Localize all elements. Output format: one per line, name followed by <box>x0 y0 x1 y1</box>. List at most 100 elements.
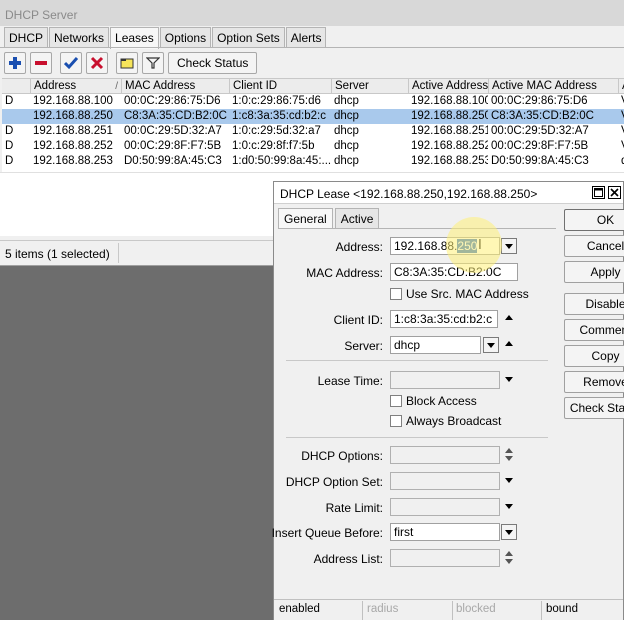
row-active-mac: D0:50:99:8A:45:C3 <box>491 155 589 167</box>
tab-networks[interactable]: Networks <box>49 27 110 48</box>
column-header-server[interactable]: Server <box>331 79 408 93</box>
dhcp-options-label: DHCP Options: <box>301 449 383 463</box>
close-button[interactable] <box>608 186 621 199</box>
column-header-flags[interactable] <box>2 79 30 93</box>
dhcp-options-input[interactable] <box>390 446 500 464</box>
column-header-active-mac[interactable]: Active MAC Address <box>488 79 618 93</box>
address-list-updown[interactable] <box>505 550 515 566</box>
lease-time-expand-button[interactable] <box>505 377 513 382</box>
row-server: dhcp <box>334 125 359 137</box>
row-address: 192.168.88.100 <box>33 95 113 107</box>
add-button[interactable] <box>4 52 26 74</box>
column-header-client-id[interactable]: Client ID <box>229 79 331 93</box>
server-collapse-button[interactable] <box>505 341 513 346</box>
row-client-id: 1:0:c:29:86:75:d6 <box>232 95 321 107</box>
check-status-button[interactable]: Check Status <box>168 52 258 74</box>
row-flag: D <box>5 125 14 137</box>
dialog-status-bar: enabled radius blocked bound <box>274 599 623 620</box>
cancel-button[interactable]: Cancel <box>564 235 624 257</box>
comment-button[interactable] <box>116 52 138 74</box>
row-client-id: 1:0:c:29:8f:f7:5b <box>232 140 315 152</box>
use-src-mac-label: Use Src. MAC Address <box>406 287 529 301</box>
column-header-mac[interactable]: MAC Address <box>121 79 229 93</box>
row-active-address: 192.168.88.252 <box>411 140 488 152</box>
column-header-active-address[interactable]: Active Address <box>408 79 488 93</box>
chevron-up-icon <box>505 315 513 320</box>
server-dropdown-button[interactable] <box>483 337 499 353</box>
copy-button[interactable]: Copy <box>564 345 624 367</box>
general-tab-panel: Address: 192.168.88.250I MAC Address: C8… <box>272 228 556 598</box>
row-active-address: 192.168.88.251 <box>411 125 488 137</box>
separator <box>286 437 548 438</box>
table-row-selected[interactable]: 192.168.88.250 C8:3A:35:CD:B2:0C 1:c8:3a… <box>2 109 624 124</box>
tab-bar: DHCP Networks Leases Options Option Sets… <box>4 27 327 49</box>
row-server: dhcp <box>334 155 359 167</box>
close-icon <box>610 188 619 197</box>
insert-queue-before-select[interactable]: first <box>390 523 500 541</box>
dialog-title: DHCP Lease <192.168.88.250,192.168.88.25… <box>274 182 623 204</box>
tab-active[interactable]: Active <box>334 208 380 228</box>
rate-limit-expand-button[interactable] <box>505 504 513 509</box>
dhcp-option-set-input[interactable] <box>390 472 500 490</box>
column-header-address[interactable]: Address / <box>30 79 121 93</box>
client-id-input[interactable]: 1:c8:3a:35:cd:b2:c <box>390 310 498 328</box>
check-status-button[interactable]: Check Status <box>564 397 624 419</box>
row-flag: D <box>5 155 14 167</box>
separator <box>286 360 548 361</box>
rate-limit-input[interactable] <box>390 498 500 516</box>
table-row[interactable]: D 192.168.88.252 00:0C:29:8F:F7:5B 1:0:c… <box>2 139 624 154</box>
always-broadcast-checkbox[interactable] <box>390 415 402 427</box>
filter-button[interactable] <box>142 52 164 74</box>
server-select[interactable]: dhcp <box>390 336 481 354</box>
remove-button[interactable] <box>30 52 52 74</box>
maximize-button[interactable] <box>592 186 605 199</box>
tab-options[interactable]: Options <box>159 27 212 48</box>
row-flag: D <box>5 140 14 152</box>
disable-button[interactable]: Disable <box>564 293 624 315</box>
tab-divider <box>0 47 624 48</box>
insert-queue-before-label: Insert Queue Before: <box>271 526 383 540</box>
disable-button[interactable] <box>86 52 108 74</box>
row-server: dhcp <box>334 110 359 122</box>
toolbar: Check Status <box>4 51 258 75</box>
block-access-checkbox[interactable] <box>390 395 402 407</box>
tab-alerts[interactable]: Alerts <box>285 27 327 48</box>
row-extra: V <box>618 94 624 109</box>
ok-button[interactable]: OK <box>564 209 624 231</box>
tab-dhcp[interactable]: DHCP <box>4 27 49 48</box>
row-mac: 00:0C:29:8F:F7:5B <box>124 140 222 152</box>
column-header-extra[interactable]: A <box>618 79 624 93</box>
dhcp-option-set-expand-button[interactable] <box>505 478 513 483</box>
chevron-down-icon <box>505 377 513 382</box>
tab-general[interactable]: General <box>278 208 333 229</box>
client-id-label: Client ID: <box>333 313 383 327</box>
row-extra: V <box>618 109 624 124</box>
apply-button[interactable]: Apply <box>564 261 624 283</box>
address-label: Address: <box>335 240 383 254</box>
comment-button[interactable]: Comment <box>564 319 624 341</box>
table-row[interactable]: D 192.168.88.253 D0:50:99:8A:45:C3 1:d0:… <box>2 154 624 169</box>
mac-address-input[interactable]: C8:3A:35:CD:B2:0C <box>390 263 518 281</box>
comment-icon <box>120 58 134 69</box>
address-dropdown-button[interactable] <box>501 238 517 254</box>
chevron-up-icon <box>505 448 513 453</box>
address-list-input[interactable] <box>390 549 500 567</box>
enable-button[interactable] <box>60 52 82 74</box>
table-row[interactable]: D 192.168.88.100 00:0C:29:86:75:D6 1:0:c… <box>2 94 624 109</box>
row-flag <box>2 109 30 124</box>
tab-leases[interactable]: Leases <box>110 27 159 49</box>
lease-time-input[interactable] <box>390 371 500 389</box>
window-title: DHCP Server <box>0 0 624 26</box>
row-address: 192.168.88.250 <box>33 110 113 122</box>
use-src-mac-checkbox[interactable] <box>390 288 402 300</box>
row-extra: d <box>618 154 624 169</box>
client-id-collapse-button[interactable] <box>505 315 513 320</box>
status-radius: radius <box>367 603 399 615</box>
cursor-highlight <box>446 217 502 273</box>
remove-button[interactable]: Remove <box>564 371 624 393</box>
dhcp-options-updown[interactable] <box>505 447 515 463</box>
insert-queue-dropdown-button[interactable] <box>501 524 517 540</box>
chevron-down-icon <box>505 529 513 535</box>
table-row[interactable]: D 192.168.88.251 00:0C:29:5D:32:A7 1:0:c… <box>2 124 624 139</box>
tab-option-sets[interactable]: Option Sets <box>212 27 285 48</box>
